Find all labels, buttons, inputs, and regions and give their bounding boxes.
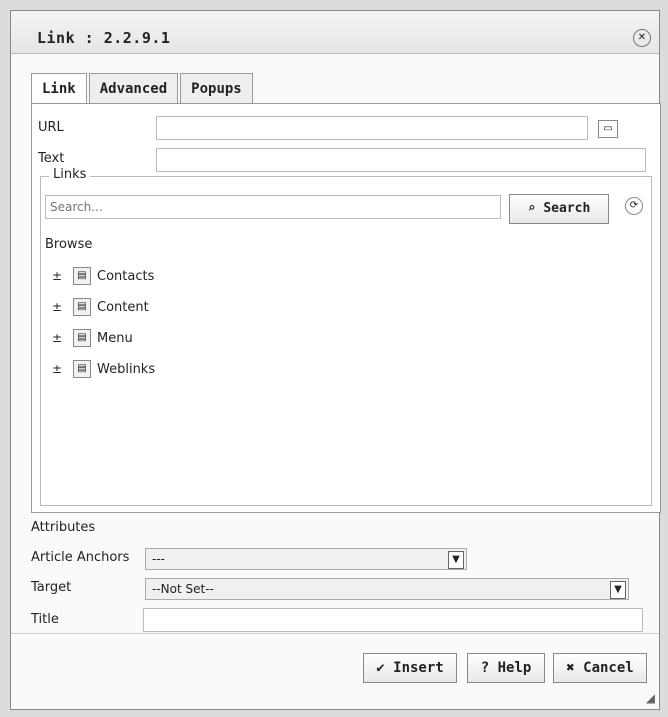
- resize-grip-icon[interactable]: ◢: [646, 691, 655, 705]
- expand-icon[interactable]: ±: [51, 331, 63, 345]
- target-value: --Not Set--: [152, 582, 214, 596]
- browse-label: Browse: [45, 237, 93, 252]
- cancel-icon: ✖: [566, 660, 584, 676]
- tab-advanced[interactable]: Advanced: [88, 73, 179, 105]
- expand-icon[interactable]: ±: [51, 269, 63, 283]
- links-fieldset: Links ⌕ Search ⟳ Browse ± ▤ Contacts ± ▤…: [40, 167, 652, 506]
- search-icon: ⌕: [527, 201, 544, 216]
- expand-icon[interactable]: ±: [51, 362, 63, 376]
- expand-icon[interactable]: ±: [51, 300, 63, 314]
- title-input[interactable]: [143, 608, 643, 632]
- tab-popups[interactable]: Popups: [180, 73, 253, 105]
- title-label: Title: [31, 612, 59, 627]
- tab-link[interactable]: Link: [31, 73, 87, 106]
- refresh-icon[interactable]: ⟳: [625, 197, 643, 215]
- links-legend: Links: [49, 167, 91, 182]
- link-tab-panel: URL ▭ Text Links ⌕ Search ⟳ Browse ± ▤ C…: [31, 103, 661, 513]
- cancel-button-label: Cancel: [583, 660, 634, 676]
- attributes-heading: Attributes: [31, 520, 96, 535]
- attributes-section: Attributes Article Anchors --- ▼ Target …: [31, 516, 661, 636]
- article-anchors-label: Article Anchors: [31, 550, 130, 565]
- insert-button-label: Insert: [393, 660, 444, 676]
- tree-item-label: Weblinks: [97, 361, 156, 377]
- dialog-title: Link : 2.2.9.1: [37, 29, 171, 47]
- target-select[interactable]: --Not Set-- ▼: [145, 578, 629, 600]
- tree-item-label: Content: [97, 299, 149, 315]
- text-label: Text: [38, 151, 65, 166]
- tree-item-contacts[interactable]: ± ▤ Contacts: [51, 267, 154, 285]
- article-anchors-value: ---: [152, 552, 165, 566]
- tree-item-menu[interactable]: ± ▤ Menu: [51, 329, 133, 347]
- check-icon: ✔: [376, 660, 394, 676]
- tree-item-label: Contacts: [97, 268, 155, 284]
- search-button-label: Search: [543, 201, 591, 216]
- footer-divider: [11, 633, 659, 634]
- search-button[interactable]: ⌕ Search: [509, 194, 609, 224]
- help-icon: ?: [480, 660, 498, 676]
- close-icon[interactable]: ✕: [633, 29, 651, 47]
- cancel-button[interactable]: ✖ Cancel: [553, 653, 647, 683]
- target-label: Target: [31, 580, 72, 595]
- browse-file-icon[interactable]: ▭: [598, 120, 618, 138]
- tree-item-weblinks[interactable]: ± ▤ Weblinks: [51, 360, 155, 378]
- insert-button[interactable]: ✔ Insert: [363, 653, 457, 683]
- link-dialog: Link : 2.2.9.1 ✕ Link Advanced Popups UR…: [10, 10, 661, 710]
- folder-icon: ▤: [73, 267, 91, 285]
- url-label: URL: [38, 120, 64, 135]
- folder-icon: ▤: [73, 329, 91, 347]
- tree-item-content[interactable]: ± ▤ Content: [51, 298, 149, 316]
- tab-bar: Link Advanced Popups: [31, 73, 255, 106]
- url-input[interactable]: [156, 116, 588, 140]
- help-button-label: Help: [497, 660, 532, 676]
- chevron-down-icon: ▼: [448, 551, 464, 569]
- folder-icon: ▤: [73, 298, 91, 316]
- article-anchors-select[interactable]: --- ▼: [145, 548, 467, 570]
- tree-item-label: Menu: [97, 330, 133, 346]
- chevron-down-icon: ▼: [610, 581, 626, 599]
- help-button[interactable]: ? Help: [467, 653, 545, 683]
- text-input[interactable]: [156, 148, 646, 172]
- folder-icon: ▤: [73, 360, 91, 378]
- search-input[interactable]: [45, 195, 501, 219]
- dialog-titlebar[interactable]: Link : 2.2.9.1 ✕: [11, 11, 659, 54]
